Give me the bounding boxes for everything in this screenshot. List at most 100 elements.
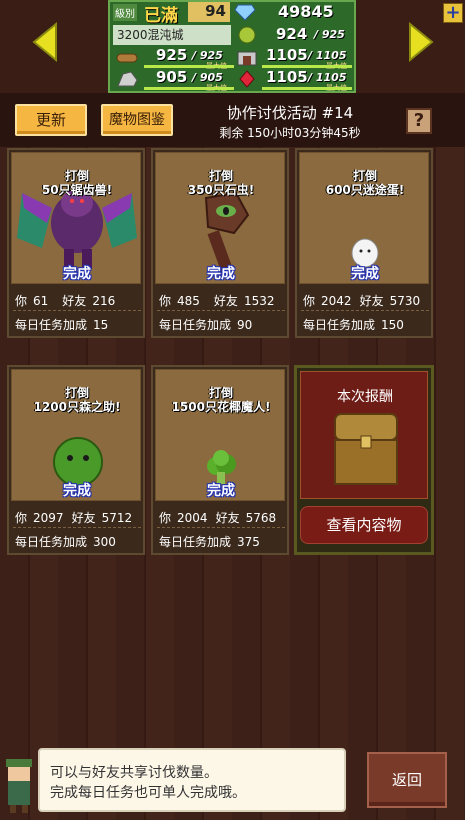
gem-count: 49845 xyxy=(278,2,334,21)
bonus-label: 每日任务加成 xyxy=(159,535,232,549)
card-art: 打倒 1200只森之助! 完成 xyxy=(11,369,141,501)
friend-label: 好友 xyxy=(62,294,87,308)
level-label: 級別 xyxy=(113,4,137,21)
wood-icon xyxy=(116,53,138,63)
friend-label: 好友 xyxy=(215,511,240,525)
friend-count: 1532 xyxy=(243,294,275,308)
ore-icon xyxy=(117,71,138,87)
you-count: 2004 xyxy=(177,511,208,525)
friend-count: 216 xyxy=(92,294,116,308)
hunt-card-1[interactable]: 打倒 50只锯齿兽! 完成 你 61 好友 216 每日任务加成 15 xyxy=(7,148,145,338)
prev-area-arrow-icon[interactable] xyxy=(32,22,58,62)
top-status-area: 級別 已滿 94 49845 + 3200混沌城 924 / 925 925 /… xyxy=(0,0,465,93)
bonus-label: 每日任务加成 xyxy=(15,318,88,332)
complete-badge: 完成 xyxy=(63,483,91,499)
you-label: 你 xyxy=(303,294,316,308)
card-counts: 你 61 好友 216 xyxy=(15,292,115,309)
complete-badge: 完成 xyxy=(63,266,91,282)
friend-count: 5712 xyxy=(101,511,133,525)
card-bonus: 每日任务加成 150 xyxy=(303,316,404,333)
ore-bar xyxy=(144,87,234,90)
reward-preview: 本次报酬 xyxy=(300,371,428,499)
area-name: 3200混沌城 xyxy=(113,25,231,45)
you-label: 你 xyxy=(159,294,172,308)
friend-label: 好友 xyxy=(213,294,238,308)
card-goal-line2: 1500只花椰魔人! xyxy=(171,400,271,414)
add-gems-button[interactable]: + xyxy=(443,3,463,23)
ore-value: 905 xyxy=(156,68,188,86)
view-contents-button[interactable]: 查看内容物 xyxy=(300,506,428,544)
wood-value: 925 xyxy=(156,46,188,64)
update-button[interactable]: 更新 xyxy=(15,104,87,136)
guide-message-bubble: 可以与好友共享讨伐数量。 完成每日任务也可单人完成哦。 xyxy=(38,748,346,812)
crystal-bar xyxy=(262,87,352,90)
you-count: 485 xyxy=(177,294,200,308)
card-bonus: 每日任务加成 375 xyxy=(159,533,260,550)
card-bonus: 每日任务加成 15 xyxy=(15,316,108,333)
card-counts: 你 2097 好友 5712 xyxy=(15,509,132,526)
grass-max-value: 925 xyxy=(321,28,345,41)
card-goal-line2: 1200只森之助! xyxy=(33,400,121,414)
you-count: 61 xyxy=(33,294,49,308)
bonus-value: 15 xyxy=(93,318,109,332)
event-header: 更新 魔物图鉴 协作讨伐活动 #14 剩余 150小时03分钟45秒 ? xyxy=(0,93,465,147)
card-art: 打倒 50只锯齿兽! 完成 xyxy=(11,152,141,284)
divider xyxy=(13,527,141,528)
next-area-arrow-icon[interactable] xyxy=(408,22,434,62)
divider xyxy=(157,527,285,528)
bonus-value: 150 xyxy=(381,318,404,332)
crystal-icon xyxy=(239,70,255,88)
complete-badge: 完成 xyxy=(351,266,379,282)
event-time-remaining: 剩余 150小时03分钟45秒 xyxy=(219,126,361,140)
card-bonus: 每日任务加成 300 xyxy=(15,533,116,550)
grass-icon xyxy=(238,26,256,44)
friend-label: 好友 xyxy=(359,294,384,308)
shop-value: 1105 xyxy=(266,46,308,64)
card-goal-line2: 600只迷途蛋! xyxy=(325,183,405,197)
bonus-value: 90 xyxy=(237,318,253,332)
reward-card: 本次报酬 查看内容物 xyxy=(294,365,434,555)
message-line-2: 完成每日任务也可单人完成哦。 xyxy=(50,785,246,801)
level-value: 94 xyxy=(188,2,230,22)
crystal-value: 1105 xyxy=(266,68,308,86)
card-goal-line2: 350只石虫! xyxy=(187,183,255,197)
card-counts: 你 2042 好友 5730 xyxy=(303,292,420,309)
card-counts: 你 485 好友 1532 xyxy=(159,292,274,309)
card-art: 打倒 350只石虫! 完成 xyxy=(155,152,285,284)
you-label: 你 xyxy=(159,511,172,525)
grass-max: / 925 xyxy=(314,28,345,41)
reward-title: 本次报酬 xyxy=(337,389,393,405)
back-button[interactable]: 返回 xyxy=(367,752,447,808)
you-label: 你 xyxy=(15,511,28,525)
card-art: 打倒 1500只花椰魔人! 完成 xyxy=(155,369,285,501)
bonus-label: 每日任务加成 xyxy=(303,318,376,332)
guide-character-avatar-icon xyxy=(6,759,32,813)
hunt-card-4[interactable]: 打倒 1200只森之助! 完成 你 2097 好友 5712 每日任务加成 300 xyxy=(7,365,145,555)
event-title: 协作讨伐活动 #14 xyxy=(226,104,354,122)
divider xyxy=(157,310,285,311)
complete-badge: 完成 xyxy=(207,266,235,282)
card-art: 打倒 600只迷途蛋! 完成 xyxy=(299,152,429,284)
help-button[interactable]: ? xyxy=(406,108,432,134)
you-count: 2042 xyxy=(321,294,352,308)
you-label: 你 xyxy=(15,294,28,308)
message-line-1: 可以与好友共享讨伐数量。 xyxy=(50,765,218,781)
you-count: 2097 xyxy=(33,511,64,525)
hunt-card-2[interactable]: 打倒 350只石虫! 完成 你 485 好友 1532 每日任务加成 90 xyxy=(151,148,289,338)
complete-badge: 完成 xyxy=(207,483,235,499)
bonus-value: 300 xyxy=(93,535,116,549)
bonus-label: 每日任务加成 xyxy=(15,535,88,549)
divider xyxy=(301,310,429,311)
status-panel: 級別 已滿 94 49845 + 3200混沌城 924 / 925 925 /… xyxy=(108,0,463,93)
bonus-label: 每日任务加成 xyxy=(159,318,232,332)
friend-count: 5730 xyxy=(389,294,421,308)
treasure-chest-icon xyxy=(334,413,398,485)
level-status: 已滿 xyxy=(144,6,178,26)
card-counts: 你 2004 好友 5768 xyxy=(159,509,276,526)
gem-icon xyxy=(234,4,256,21)
shop-icon xyxy=(237,51,257,66)
bestiary-button[interactable]: 魔物图鉴 xyxy=(101,104,173,136)
card-goal-line2: 50只锯齿兽! xyxy=(41,183,113,197)
hunt-card-3[interactable]: 打倒 600只迷途蛋! 完成 你 2042 好友 5730 每日任务加成 150 xyxy=(295,148,433,338)
hunt-card-5[interactable]: 打倒 1500只花椰魔人! 完成 你 2004 好友 5768 每日任务加成 375 xyxy=(151,365,289,555)
